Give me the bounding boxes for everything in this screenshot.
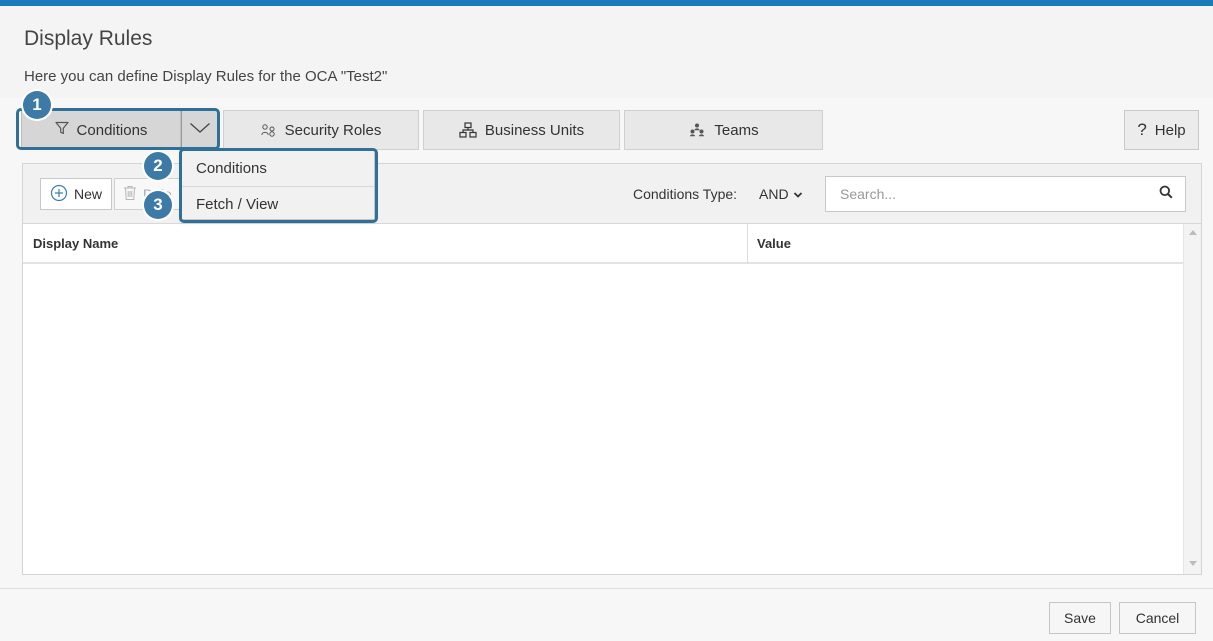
search-input[interactable]	[826, 177, 1147, 211]
column-divider	[747, 224, 748, 264]
tab-teams-label: Teams	[714, 121, 759, 139]
help-label: Help	[1154, 121, 1186, 139]
security-roles-icon	[260, 123, 277, 137]
trash-icon	[123, 185, 137, 204]
chevron-down-icon	[793, 186, 803, 202]
column-header-value[interactable]: Value	[757, 236, 791, 251]
callout-badge-1: 1	[23, 91, 51, 119]
conditions-panel: New Dele Conditions Type: AND Display Na…	[22, 163, 1202, 575]
teams-icon	[688, 122, 706, 138]
tab-security-roles[interactable]: Security Roles	[223, 110, 419, 150]
tab-teams[interactable]: Teams	[624, 110, 823, 150]
search-button[interactable]	[1147, 176, 1186, 212]
page-title: Display Rules	[24, 27, 153, 50]
question-icon: ?	[1137, 120, 1147, 139]
conditions-type-select[interactable]: AND	[759, 186, 803, 202]
top-accent-bar	[0, 0, 1213, 6]
grid-scrollbar[interactable]	[1183, 224, 1201, 574]
column-header-display-name[interactable]: Display Name	[33, 236, 118, 251]
plus-circle-icon	[50, 184, 68, 205]
callout-badge-3: 3	[144, 191, 172, 219]
tab-security-roles-label: Security Roles	[284, 121, 382, 139]
callout-box-2-3	[179, 148, 378, 223]
tab-business-units-label: Business Units	[484, 121, 585, 139]
grid-header: Display Name Value	[23, 224, 1183, 264]
new-button[interactable]: New	[40, 178, 112, 210]
callout-badge-2: 2	[144, 152, 172, 180]
new-button-label: New	[73, 186, 102, 202]
search-icon	[1159, 185, 1173, 204]
tab-business-units[interactable]: Business Units	[423, 110, 620, 150]
cancel-button[interactable]: Cancel	[1119, 602, 1196, 634]
search-field	[825, 176, 1148, 212]
conditions-type-value: AND	[759, 186, 789, 202]
scroll-down-arrow-icon[interactable]	[1189, 561, 1197, 566]
help-button[interactable]: ? Help	[1124, 110, 1199, 150]
conditions-type-label: Conditions Type:	[633, 186, 738, 202]
footer-divider	[0, 588, 1213, 589]
hierarchy-icon	[459, 122, 477, 138]
page-subtitle: Here you can define Display Rules for th…	[24, 68, 388, 85]
scroll-up-arrow-icon[interactable]	[1189, 230, 1197, 235]
save-button[interactable]: Save	[1049, 602, 1111, 634]
